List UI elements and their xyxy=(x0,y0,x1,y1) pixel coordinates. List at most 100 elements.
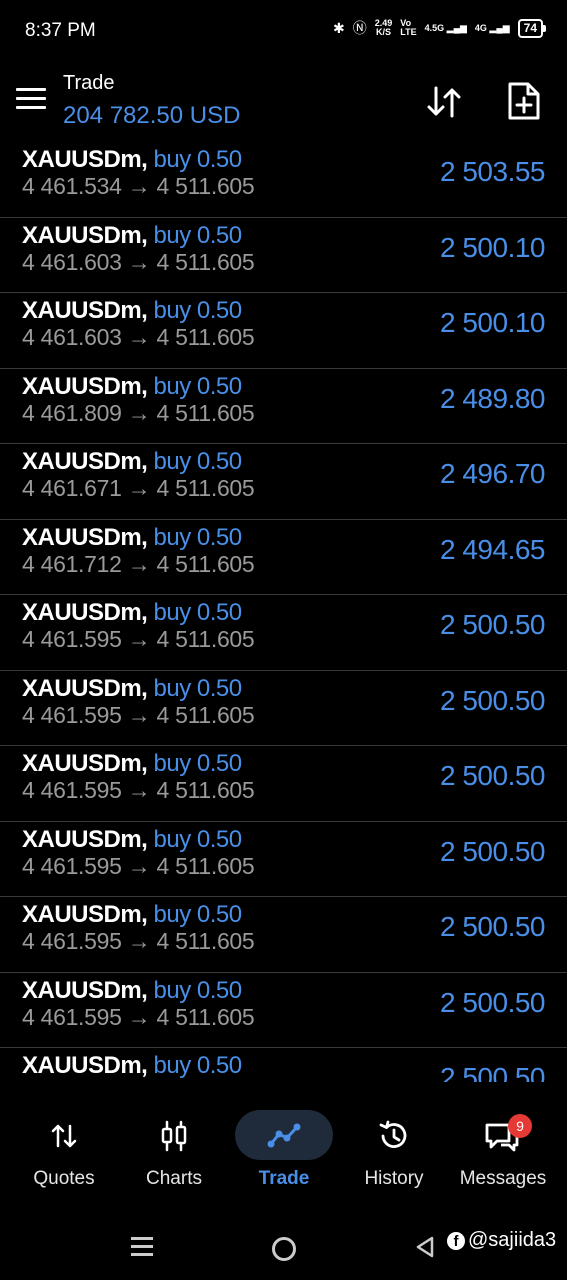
position-profit: 2 500.10 xyxy=(440,231,546,263)
position-prices: 4 461.603 → 4 511.605 xyxy=(22,324,255,350)
position-symbol-line: XAUUSDm, buy 0.50 xyxy=(22,977,242,1005)
position-symbol: XAUUSDm, xyxy=(22,674,148,702)
position-profit: 2 500.10 xyxy=(440,307,546,338)
position-row[interactable]: XAUUSDm, buy 0.50 4 461.603 → 4 511.605 2 … xyxy=(0,218,567,293)
nav-charts[interactable]: Charts xyxy=(119,1098,229,1198)
position-side-volume: buy 0.50 xyxy=(153,599,243,626)
position-symbol-line: XAUUSDm, buy 0.50 xyxy=(22,373,242,401)
position-row[interactable]: XAUUSDm, buy 0.50 2 500.50 xyxy=(0,1048,567,1082)
position-row[interactable]: XAUUSDm, buy 0.50 4 461.595 → 4 511.605 2 … xyxy=(0,822,567,897)
position-prices: 4 461.595 → 4 511.605 xyxy=(22,777,255,803)
system-nav-bar: f @sajiida3 xyxy=(0,1215,567,1280)
sort-icon xyxy=(427,86,461,118)
position-prices: 4 461.595 → 4 511.605 xyxy=(22,1003,255,1030)
recents-button[interactable] xyxy=(131,1237,153,1261)
status-bar: 8:37 PM ✱ Ⓝ 2.49 K/S Vo LTE 4.5G ▂▄▆ 4G … xyxy=(0,0,567,62)
position-symbol-line: XAUUSDm, buy 0.50 xyxy=(22,675,242,703)
position-prices: 4 461.671 → 4 511.605 xyxy=(22,475,255,501)
position-row[interactable]: XAUUSDm, buy 0.50 4 461.595 → 4 511.605 2 … xyxy=(0,897,567,973)
position-profit: 2 500.50 xyxy=(440,911,546,942)
position-row[interactable]: XAUUSDm, buy 0.50 4 461.534 → 4 511.605 2 … xyxy=(0,142,567,218)
position-row[interactable]: XAUUSDm, buy 0.50 4 461.671 → 4 511.605 2 … xyxy=(0,444,567,520)
position-symbol-line: XAUUSDm, buy 0.50 xyxy=(22,297,242,325)
status-time: 8:37 PM xyxy=(25,20,96,41)
back-button[interactable] xyxy=(415,1236,435,1263)
page-title: Trade xyxy=(63,72,115,94)
nfc-icon: Ⓝ xyxy=(352,20,367,36)
trade-icon xyxy=(267,1123,301,1148)
position-row[interactable]: XAUUSDm, buy 0.50 4 461.595 → 4 511.605 2 … xyxy=(0,595,567,671)
network-speed: 2.49 K/S xyxy=(375,19,393,37)
home-button[interactable] xyxy=(272,1237,296,1261)
position-row[interactable]: XAUUSDm, buy 0.50 4 461.809 → 4 511.605 2 … xyxy=(0,369,567,444)
position-profit: 2 500.50 xyxy=(440,609,546,640)
position-symbol: XAUUSDm, xyxy=(22,448,148,475)
position-side-volume: buy 0.50 xyxy=(153,146,243,173)
sort-button[interactable] xyxy=(424,82,464,122)
position-prices: 4 461.595 → 4 511.605 xyxy=(22,852,255,879)
position-symbol-line: XAUUSDm, buy 0.50 xyxy=(22,448,242,476)
position-side-volume: buy 0.50 xyxy=(153,901,243,928)
menu-button[interactable] xyxy=(16,88,46,112)
position-profit: 2 496.70 xyxy=(440,458,546,489)
nav-messages[interactable]: 9 Messages xyxy=(448,1098,558,1198)
position-profit: 2 500.50 xyxy=(440,835,546,867)
position-row[interactable]: XAUUSDm, buy 0.50 4 461.595 → 4 511.605 2 … xyxy=(0,671,567,746)
volte-indicator: Vo LTE xyxy=(400,19,416,37)
nav-quotes[interactable]: Quotes xyxy=(9,1098,119,1198)
position-symbol: XAUUSDm, xyxy=(22,599,148,626)
position-symbol: XAUUSDm, xyxy=(22,523,148,551)
watermark-text: @sajiida3 xyxy=(468,1229,557,1251)
history-icon xyxy=(379,1120,407,1148)
position-profit: 2 500.50 xyxy=(440,684,546,716)
position-side-volume: buy 0.50 xyxy=(153,297,243,324)
position-symbol-line: XAUUSDm, buy 0.50 xyxy=(22,599,242,627)
bottom-navigation: Quotes Charts Trade History 9 Messages xyxy=(0,1098,567,1198)
position-profit: 2 500.50 xyxy=(440,986,546,1018)
position-side-volume: buy 0.50 xyxy=(153,1052,243,1079)
position-side-volume: buy 0.50 xyxy=(153,674,243,702)
position-symbol-line: XAUUSDm, buy 0.50 xyxy=(22,222,242,250)
position-symbol-line: XAUUSDm, buy 0.50 xyxy=(22,826,242,854)
quotes-icon xyxy=(51,1124,77,1148)
position-profit: 2 500.50 xyxy=(440,760,546,791)
position-symbol-line: XAUUSDm, buy 0.50 xyxy=(22,1052,242,1080)
position-profit: 2 500.50 xyxy=(440,1062,546,1082)
status-icons: ✱ Ⓝ 2.49 K/S Vo LTE 4.5G ▂▄▆ 4G ▂▄▆ 74 xyxy=(333,18,547,38)
position-prices: 4 461.712 → 4 511.605 xyxy=(22,550,255,577)
position-prices: 4 461.595 → 4 511.605 xyxy=(22,626,255,652)
position-side-volume: buy 0.50 xyxy=(153,221,243,249)
back-icon xyxy=(416,1236,434,1258)
lte-label: LTE xyxy=(400,27,417,37)
battery-indicator: 74 xyxy=(517,18,547,38)
position-symbol: XAUUSDm, xyxy=(22,976,148,1004)
position-profit: 2 489.80 xyxy=(440,382,546,414)
nav-messages-label: Messages xyxy=(459,1168,547,1189)
position-side-volume: buy 0.50 xyxy=(153,448,243,475)
position-prices: 4 461.809 → 4 511.605 xyxy=(22,399,255,426)
signal-2: 4G ▂▄▆ xyxy=(474,22,510,33)
position-side-volume: buy 0.50 xyxy=(153,372,243,400)
position-prices: 4 461.595 → 4 511.605 xyxy=(22,701,255,728)
nav-history[interactable]: History xyxy=(339,1098,449,1198)
position-row[interactable]: XAUUSDm, buy 0.50 4 461.595 → 4 511.605 2 … xyxy=(0,746,567,822)
facebook-icon: f xyxy=(447,1231,465,1250)
position-symbol: XAUUSDm, xyxy=(22,372,148,400)
candlestick-icon xyxy=(161,1120,187,1152)
position-side-volume: buy 0.50 xyxy=(153,523,243,551)
position-symbol-line: XAUUSDm, buy 0.50 xyxy=(22,146,242,174)
position-row[interactable]: XAUUSDm, buy 0.50 4 461.603 → 4 511.605 2 … xyxy=(0,293,567,369)
positions-list[interactable]: XAUUSDm, buy 0.50 4 461.534 → 4 511.605 2 … xyxy=(0,142,567,1082)
signal-1: 4.5G ▂▄▆ xyxy=(424,22,467,33)
position-side-volume: buy 0.50 xyxy=(153,825,243,853)
position-symbol: XAUUSDm, xyxy=(22,146,148,173)
position-symbol-line: XAUUSDm, buy 0.50 xyxy=(22,901,242,929)
position-prices: 4 461.603 → 4 511.605 xyxy=(22,248,255,275)
messages-badge: 9 xyxy=(508,1114,532,1138)
position-symbol-line: XAUUSDm, buy 0.50 xyxy=(22,750,242,778)
position-row[interactable]: XAUUSDm, buy 0.50 4 461.712 → 4 511.605 2 … xyxy=(0,520,567,595)
new-order-button[interactable] xyxy=(506,80,546,122)
account-balance: 204 782.50 USD xyxy=(63,102,241,129)
nav-trade[interactable]: Trade xyxy=(229,1098,339,1198)
position-row[interactable]: XAUUSDm, buy 0.50 4 461.595 → 4 511.605 2 … xyxy=(0,973,567,1048)
